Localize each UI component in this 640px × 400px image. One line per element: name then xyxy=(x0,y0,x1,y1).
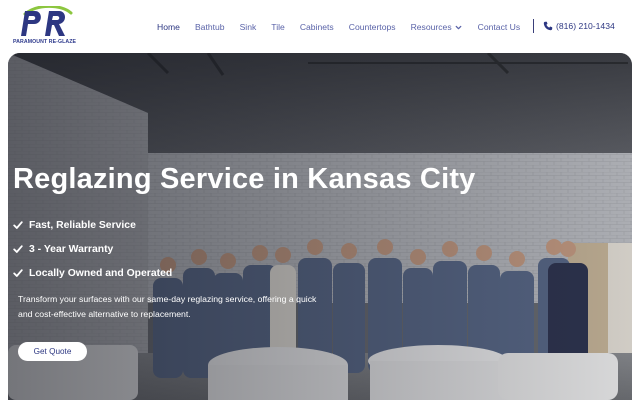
site-header: PARAMOUNT RE-GLAZE Home Bathtub Sink Til… xyxy=(0,0,640,52)
brand-name: PARAMOUNT RE-GLAZE xyxy=(13,39,77,45)
main-nav: Home Bathtub Sink Tile Cabinets Countert… xyxy=(157,20,535,34)
check-icon xyxy=(13,221,23,229)
nav-item-contact-us[interactable]: Contact Us xyxy=(478,22,521,32)
nav-item-sink[interactable]: Sink xyxy=(240,22,257,32)
phone-link[interactable]: (816) 210-1434 xyxy=(543,19,615,33)
check-icon xyxy=(13,269,23,277)
nav-item-home[interactable]: Home xyxy=(157,22,180,32)
logo-mark-icon xyxy=(21,6,73,36)
nav-item-tile[interactable]: Tile xyxy=(271,22,285,32)
check-icon xyxy=(13,245,23,253)
phone-icon xyxy=(543,21,553,31)
nav-item-bathtub[interactable]: Bathtub xyxy=(195,22,225,32)
feature-list: Fast, Reliable Service 3 - Year Warranty… xyxy=(13,213,172,285)
feature-label: Fast, Reliable Service xyxy=(29,219,136,231)
brand-logo[interactable]: PARAMOUNT RE-GLAZE xyxy=(13,6,77,48)
feature-item: Fast, Reliable Service xyxy=(13,213,172,237)
feature-item: Locally Owned and Operated xyxy=(13,261,172,285)
nav-item-cabinets[interactable]: Cabinets xyxy=(300,22,334,32)
phone-number: (816) 210-1434 xyxy=(556,21,615,31)
hero-section: Reglazing Service in Kansas City Fast, R… xyxy=(8,53,632,400)
header-divider xyxy=(533,19,534,33)
hero-description: Transform your surfaces with our same-da… xyxy=(18,294,317,319)
feature-label: Locally Owned and Operated xyxy=(29,267,173,279)
nav-item-resources[interactable]: Resources xyxy=(411,22,463,32)
nav-item-countertops[interactable]: Countertops xyxy=(349,22,396,32)
chevron-down-icon xyxy=(455,25,462,29)
feature-item: 3 - Year Warranty xyxy=(13,237,172,261)
nav-item-resources-label: Resources xyxy=(410,22,452,32)
feature-label: 3 - Year Warranty xyxy=(29,243,114,255)
hero-title: Reglazing Service in Kansas City xyxy=(13,163,476,195)
get-quote-button[interactable]: Get Quote xyxy=(18,342,87,361)
